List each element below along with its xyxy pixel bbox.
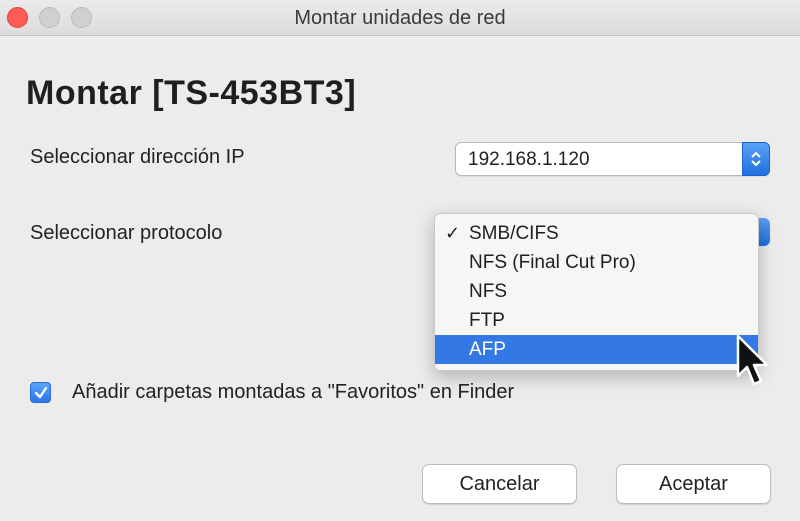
- cancel-button[interactable]: Cancelar: [422, 464, 577, 504]
- mount-network-drives-window: Montar unidades de red Montar [TS-453BT3…: [0, 0, 800, 521]
- menu-item-label: NFS (Final Cut Pro): [469, 252, 636, 273]
- title-bar[interactable]: Montar unidades de red: [0, 0, 800, 36]
- ip-address-label: Seleccionar dirección IP: [30, 146, 245, 168]
- favorites-checkbox[interactable]: [30, 382, 51, 403]
- menu-item-label: AFP: [469, 339, 506, 360]
- checkmark-icon: ✓: [445, 223, 461, 243]
- protocol-option-smb[interactable]: ✓ SMB/CIFS: [435, 219, 758, 248]
- protocol-select-stepper[interactable]: [758, 218, 770, 246]
- arrow-cursor-icon: [736, 334, 769, 386]
- protocol-option-nfs-final-cut[interactable]: NFS (Final Cut Pro): [435, 248, 758, 277]
- window-title: Montar unidades de red: [294, 7, 506, 29]
- page-title: Montar [TS-453BT3]: [26, 74, 357, 112]
- accept-button[interactable]: Aceptar: [616, 464, 771, 504]
- protocol-dropdown-menu: ✓ SMB/CIFS NFS (Final Cut Pro) NFS FTP A…: [434, 213, 759, 371]
- checkmark-icon: [34, 386, 48, 399]
- ip-address-value: 192.168.1.120: [468, 149, 590, 170]
- ip-address-select[interactable]: 192.168.1.120: [455, 142, 770, 176]
- favorites-checkbox-label[interactable]: Añadir carpetas montadas a "Favoritos" e…: [72, 381, 514, 404]
- protocol-option-nfs[interactable]: NFS: [435, 277, 758, 306]
- menu-item-label: FTP: [469, 310, 505, 331]
- protocol-label: Seleccionar protocolo: [30, 222, 223, 244]
- menu-item-label: NFS: [469, 281, 507, 302]
- protocol-option-afp[interactable]: AFP: [435, 335, 758, 364]
- protocol-option-ftp[interactable]: FTP: [435, 306, 758, 335]
- menu-item-label: SMB/CIFS: [469, 223, 559, 244]
- up-down-chevron-icon[interactable]: [742, 142, 770, 176]
